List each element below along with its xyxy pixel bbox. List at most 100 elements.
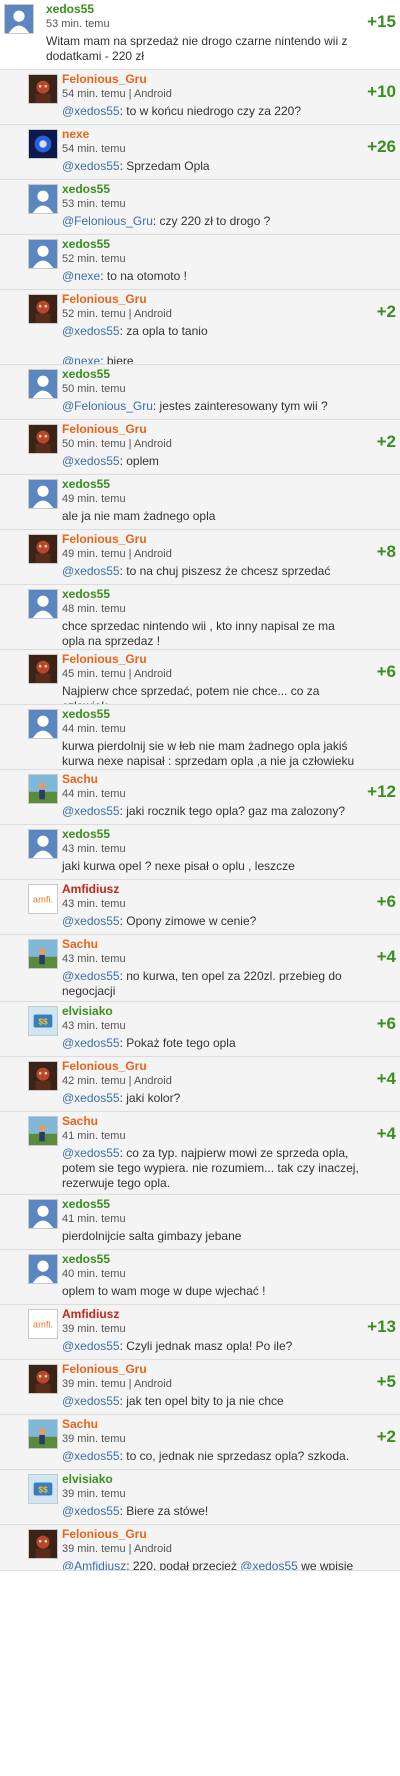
mention-link[interactable]: @xedos55	[62, 1394, 120, 1408]
vote-score[interactable]: +26	[367, 137, 396, 157]
author-name[interactable]: xedos55	[62, 587, 360, 602]
author-name[interactable]: xedos55	[62, 707, 360, 722]
avatar[interactable]: amfi.	[28, 1309, 58, 1339]
comment-body: Amfidiusz 43 min. temu @xedos55: Opony zim…	[62, 882, 360, 929]
author-name[interactable]: xedos55	[62, 237, 360, 252]
vote-score[interactable]: +6	[377, 662, 396, 682]
author-name[interactable]: elvisiako	[62, 1472, 360, 1487]
avatar[interactable]: $$	[28, 1474, 58, 1504]
avatar[interactable]	[28, 939, 58, 969]
author-name[interactable]: xedos55	[46, 2, 360, 17]
vote-score[interactable]: +15	[367, 12, 396, 32]
mention-link[interactable]: @xedos55	[62, 1449, 120, 1463]
avatar[interactable]	[28, 1254, 58, 1284]
vote-score[interactable]: +4	[377, 1124, 396, 1144]
avatar[interactable]	[28, 184, 58, 214]
timestamp: 42 min. temu | Android	[62, 1075, 172, 1087]
avatar[interactable]	[28, 74, 58, 104]
mention-link[interactable]: @Amfidiusz	[62, 1559, 126, 1570]
mention-link[interactable]: @xedos55	[62, 104, 120, 118]
author-name[interactable]: Sachu	[62, 1417, 360, 1432]
avatar[interactable]	[28, 239, 58, 269]
author-name[interactable]: xedos55	[62, 367, 360, 382]
avatar[interactable]	[28, 129, 58, 159]
mention-link[interactable]: @xedos55	[62, 1504, 120, 1518]
mention-link[interactable]: @xedos55	[62, 564, 120, 578]
author-name[interactable]: Felonious_Gru	[62, 1059, 360, 1074]
author-name[interactable]: Felonious_Gru	[62, 292, 360, 307]
vote-score[interactable]: +12	[367, 782, 396, 802]
avatar[interactable]	[28, 654, 58, 684]
avatar[interactable]	[28, 1116, 58, 1146]
vote-score[interactable]: +5	[377, 1372, 396, 1392]
author-name[interactable]: elvisiako	[62, 1004, 360, 1019]
comment-text: @xedos55: Biere za stówe!	[62, 1504, 360, 1519]
timestamp: 39 min. temu	[62, 1488, 126, 1500]
author-name[interactable]: Amfidiusz	[62, 882, 360, 897]
avatar[interactable]	[28, 829, 58, 859]
comment-text: @Amfidiusz: 220, podał przecież @xedos55…	[62, 1559, 360, 1570]
mention-link[interactable]: @xedos55	[62, 804, 120, 818]
author-name[interactable]: Sachu	[62, 772, 360, 787]
avatar[interactable]	[28, 1199, 58, 1229]
author-name[interactable]: xedos55	[62, 1197, 360, 1212]
avatar[interactable]	[28, 709, 58, 739]
comment-body: elvisiako 43 min. temu @xedos55: Pokaż fot…	[62, 1004, 360, 1051]
author-name[interactable]: xedos55	[62, 477, 360, 492]
author-name[interactable]: xedos55	[62, 827, 360, 842]
author-name[interactable]: Felonious_Gru	[62, 72, 360, 87]
author-name[interactable]: nexe	[62, 127, 360, 142]
vote-score[interactable]: +13	[367, 1317, 396, 1337]
avatar[interactable]	[28, 534, 58, 564]
mention-link[interactable]: @xedos55	[62, 1091, 120, 1105]
mention-link[interactable]: @xedos55	[62, 1036, 120, 1050]
mention-link[interactable]: @Felonious_Gru	[62, 214, 153, 228]
vote-score[interactable]: +2	[377, 1427, 396, 1447]
mention-link[interactable]: @xedos55	[62, 454, 120, 468]
comment: Felonious_Gru 49 min. temu | Android @xedo…	[0, 530, 400, 585]
avatar[interactable]	[28, 479, 58, 509]
author-name[interactable]: Felonious_Gru	[62, 532, 360, 547]
author-name[interactable]: Felonious_Gru	[62, 1527, 360, 1542]
vote-score[interactable]: +10	[367, 82, 396, 102]
author-name[interactable]: xedos55	[62, 182, 360, 197]
svg-text:amfi.: amfi.	[33, 895, 53, 905]
vote-score[interactable]: +6	[377, 1014, 396, 1034]
mention-link[interactable]: @xedos55	[62, 1146, 120, 1160]
vote-score[interactable]: +6	[377, 892, 396, 912]
author-name[interactable]: Felonious_Gru	[62, 1362, 360, 1377]
mention-link[interactable]: @xedos55	[62, 1339, 120, 1353]
avatar[interactable]	[28, 369, 58, 399]
author-name[interactable]: xedos55	[62, 1252, 360, 1267]
comment-body: Felonious_Gru 54 min. temu | Android @xedo…	[62, 72, 360, 119]
avatar[interactable]: amfi.	[28, 884, 58, 914]
mention-link[interactable]: @xedos55	[62, 324, 120, 338]
vote-score[interactable]: +2	[377, 432, 396, 452]
author-name[interactable]: Felonious_Gru	[62, 422, 360, 437]
avatar[interactable]	[28, 1529, 58, 1559]
author-name[interactable]: Felonious_Gru	[62, 652, 360, 667]
avatar[interactable]: $$	[28, 1006, 58, 1036]
avatar[interactable]	[28, 1364, 58, 1394]
mention-link[interactable]: @xedos55	[62, 914, 120, 928]
author-name[interactable]: Amfidiusz	[62, 1307, 360, 1322]
author-name[interactable]: Sachu	[62, 1114, 360, 1129]
mention-link[interactable]: @nexe	[62, 269, 100, 283]
avatar[interactable]	[4, 4, 34, 34]
author-name[interactable]: Sachu	[62, 937, 360, 952]
vote-score[interactable]: +4	[377, 947, 396, 967]
mention-link[interactable]: @xedos55	[240, 1559, 298, 1570]
vote-score[interactable]: +2	[377, 302, 396, 322]
avatar[interactable]	[28, 294, 58, 324]
avatar[interactable]	[28, 1419, 58, 1449]
mention-link[interactable]: @xedos55	[62, 969, 120, 983]
mention-link[interactable]: @Felonious_Gru	[62, 399, 153, 413]
avatar[interactable]	[28, 589, 58, 619]
vote-score[interactable]: +4	[377, 1069, 396, 1089]
avatar[interactable]	[28, 774, 58, 804]
vote-score[interactable]: +8	[377, 542, 396, 562]
avatar[interactable]	[28, 424, 58, 454]
mention-link[interactable]: @nexe	[62, 354, 100, 364]
mention-link[interactable]: @xedos55	[62, 159, 120, 173]
avatar[interactable]	[28, 1061, 58, 1091]
